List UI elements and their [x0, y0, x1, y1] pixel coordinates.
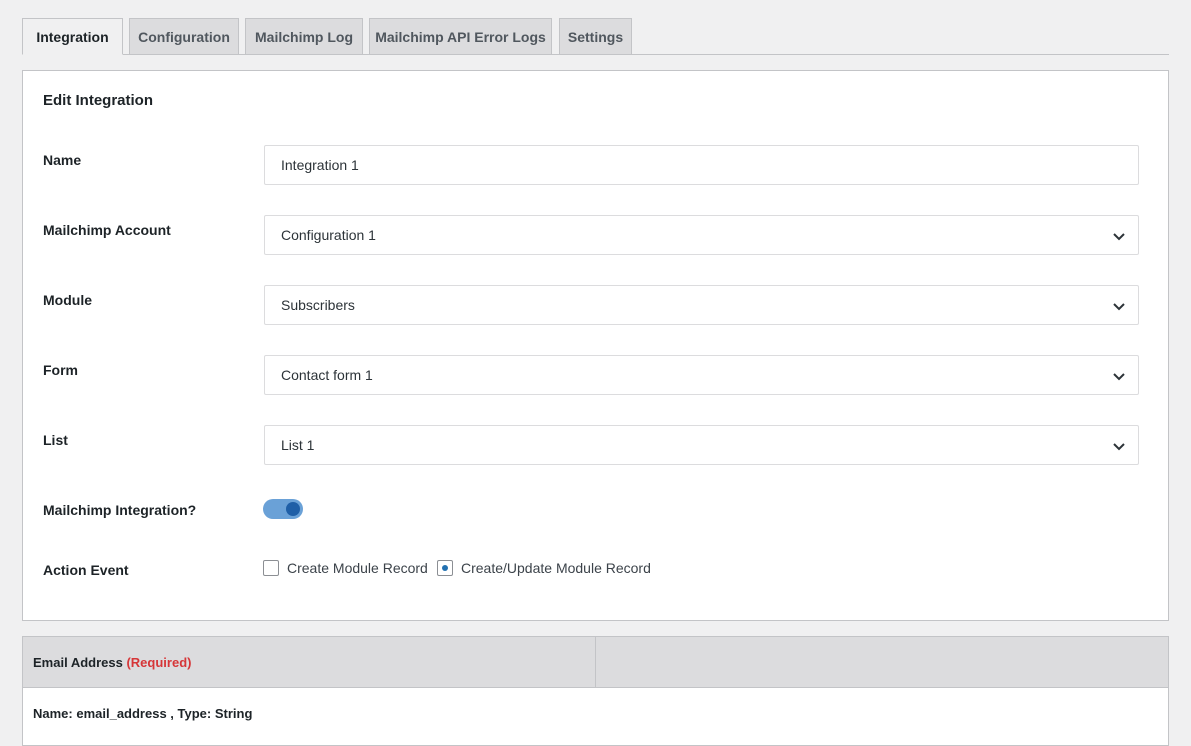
option-label: Create Module Record [287, 560, 428, 576]
table-header: Email Address (Required) [23, 637, 1168, 688]
tab-settings[interactable]: Settings [559, 18, 632, 55]
module-label: Module [43, 292, 92, 308]
chevron-down-icon [1113, 373, 1125, 381]
chevron-down-icon [1113, 233, 1125, 241]
tab-mailchimp-api-error-logs[interactable]: Mailchimp API Error Logs [369, 18, 552, 55]
mailchimp-integration-label: Mailchimp Integration? [43, 502, 197, 518]
email-address-header: Email Address (Required) [33, 655, 191, 670]
mailchimp-account-value: Configuration 1 [281, 227, 376, 243]
tab-configuration[interactable]: Configuration [129, 18, 239, 55]
toggle-knob [286, 502, 300, 516]
column-divider [595, 637, 596, 688]
mailchimp-integration-toggle[interactable] [263, 499, 303, 519]
field-description: Name: email_address , Type: String [33, 706, 253, 721]
option-label: Create/Update Module Record [461, 560, 651, 576]
create-update-module-record-checkbox[interactable] [437, 560, 453, 576]
list-select[interactable]: List 1 [264, 425, 1139, 465]
tab-label: Mailchimp Log [255, 28, 353, 45]
module-select[interactable]: Subscribers [264, 285, 1139, 325]
tab-mailchimp-log[interactable]: Mailchimp Log [245, 18, 363, 55]
tab-label: Integration [36, 28, 109, 45]
form-value: Contact form 1 [281, 367, 373, 383]
tab-label: Settings [567, 28, 624, 45]
action-event-label: Action Event [43, 562, 129, 578]
panel-title: Edit Integration [43, 92, 153, 109]
tab-label: Configuration [138, 28, 230, 45]
create-update-module-record-option[interactable]: Create/Update Module Record [437, 560, 651, 576]
chevron-down-icon [1113, 443, 1125, 451]
list-label: List [43, 432, 68, 448]
form-select[interactable]: Contact form 1 [264, 355, 1139, 395]
edit-integration-panel: Edit Integration Name Integration 1 Mail… [22, 70, 1169, 621]
create-module-record-option[interactable]: Create Module Record [263, 560, 428, 576]
chevron-down-icon [1113, 303, 1125, 311]
name-input-value: Integration 1 [281, 157, 359, 173]
tab-bar: Integration Configuration Mailchimp Log … [22, 18, 1169, 55]
header-label: Email Address [33, 655, 123, 670]
module-value: Subscribers [281, 297, 355, 313]
name-label: Name [43, 152, 82, 168]
name-input[interactable]: Integration 1 [264, 145, 1139, 185]
form-label: Form [43, 362, 78, 378]
tab-label: Mailchimp API Error Logs [375, 28, 546, 45]
tab-integration[interactable]: Integration [22, 18, 123, 55]
field-mapping-table: Email Address (Required) Name: email_add… [22, 636, 1169, 746]
mailchimp-account-select[interactable]: Configuration 1 [264, 215, 1139, 255]
mailchimp-account-label: Mailchimp Account [43, 222, 171, 238]
create-module-record-checkbox[interactable] [263, 560, 279, 576]
required-badge: (Required) [126, 655, 192, 670]
list-value: List 1 [281, 437, 315, 453]
